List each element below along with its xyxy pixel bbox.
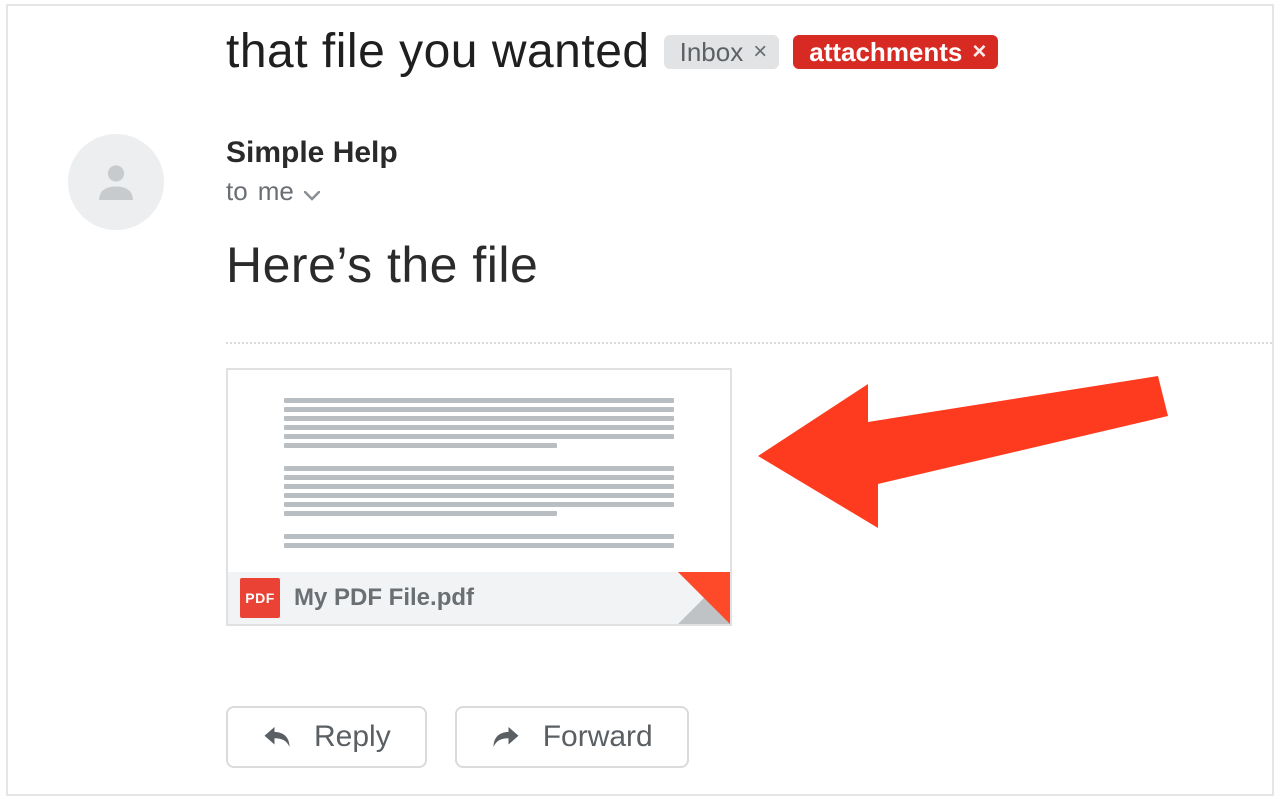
recipient-prefix: to <box>226 176 248 207</box>
attachment-footer: PDF My PDF File.pdf <box>228 572 730 624</box>
pdf-icon: PDF <box>240 578 280 618</box>
reply-icon <box>262 722 292 752</box>
attachment-card[interactable]: PDF My PDF File.pdf <box>226 368 732 626</box>
sender-avatar[interactable] <box>68 134 164 230</box>
label-attachments[interactable]: attachments × <box>793 35 998 69</box>
action-row: Reply Forward <box>226 706 689 768</box>
divider <box>226 342 1272 344</box>
person-icon <box>89 155 143 209</box>
reply-label: Reply <box>314 720 391 754</box>
forward-label: Forward <box>543 720 653 754</box>
forward-icon <box>491 722 521 752</box>
subject-row: that file you wanted Inbox × attachments… <box>226 24 1252 79</box>
attachment-preview <box>228 370 730 572</box>
sender-name[interactable]: Simple Help <box>226 136 398 170</box>
page-curl-icon <box>678 572 730 624</box>
label-inbox-text: Inbox <box>680 39 744 65</box>
recipient-name: me <box>258 176 294 207</box>
chevron-down-icon <box>304 177 320 208</box>
close-icon[interactable]: × <box>753 40 767 64</box>
reply-button[interactable]: Reply <box>226 706 427 768</box>
label-inbox[interactable]: Inbox × <box>664 35 780 69</box>
label-attachments-text: attachments <box>809 39 962 65</box>
close-icon[interactable]: × <box>972 40 986 64</box>
email-body: Here’s the file <box>226 236 538 294</box>
annotation-arrow-icon <box>758 356 1178 556</box>
email-view: that file you wanted Inbox × attachments… <box>6 4 1274 796</box>
recipient-dropdown[interactable]: to me <box>226 176 320 207</box>
forward-button[interactable]: Forward <box>455 706 689 768</box>
email-subject: that file you wanted <box>226 24 650 79</box>
attachment-filename: My PDF File.pdf <box>294 584 474 612</box>
